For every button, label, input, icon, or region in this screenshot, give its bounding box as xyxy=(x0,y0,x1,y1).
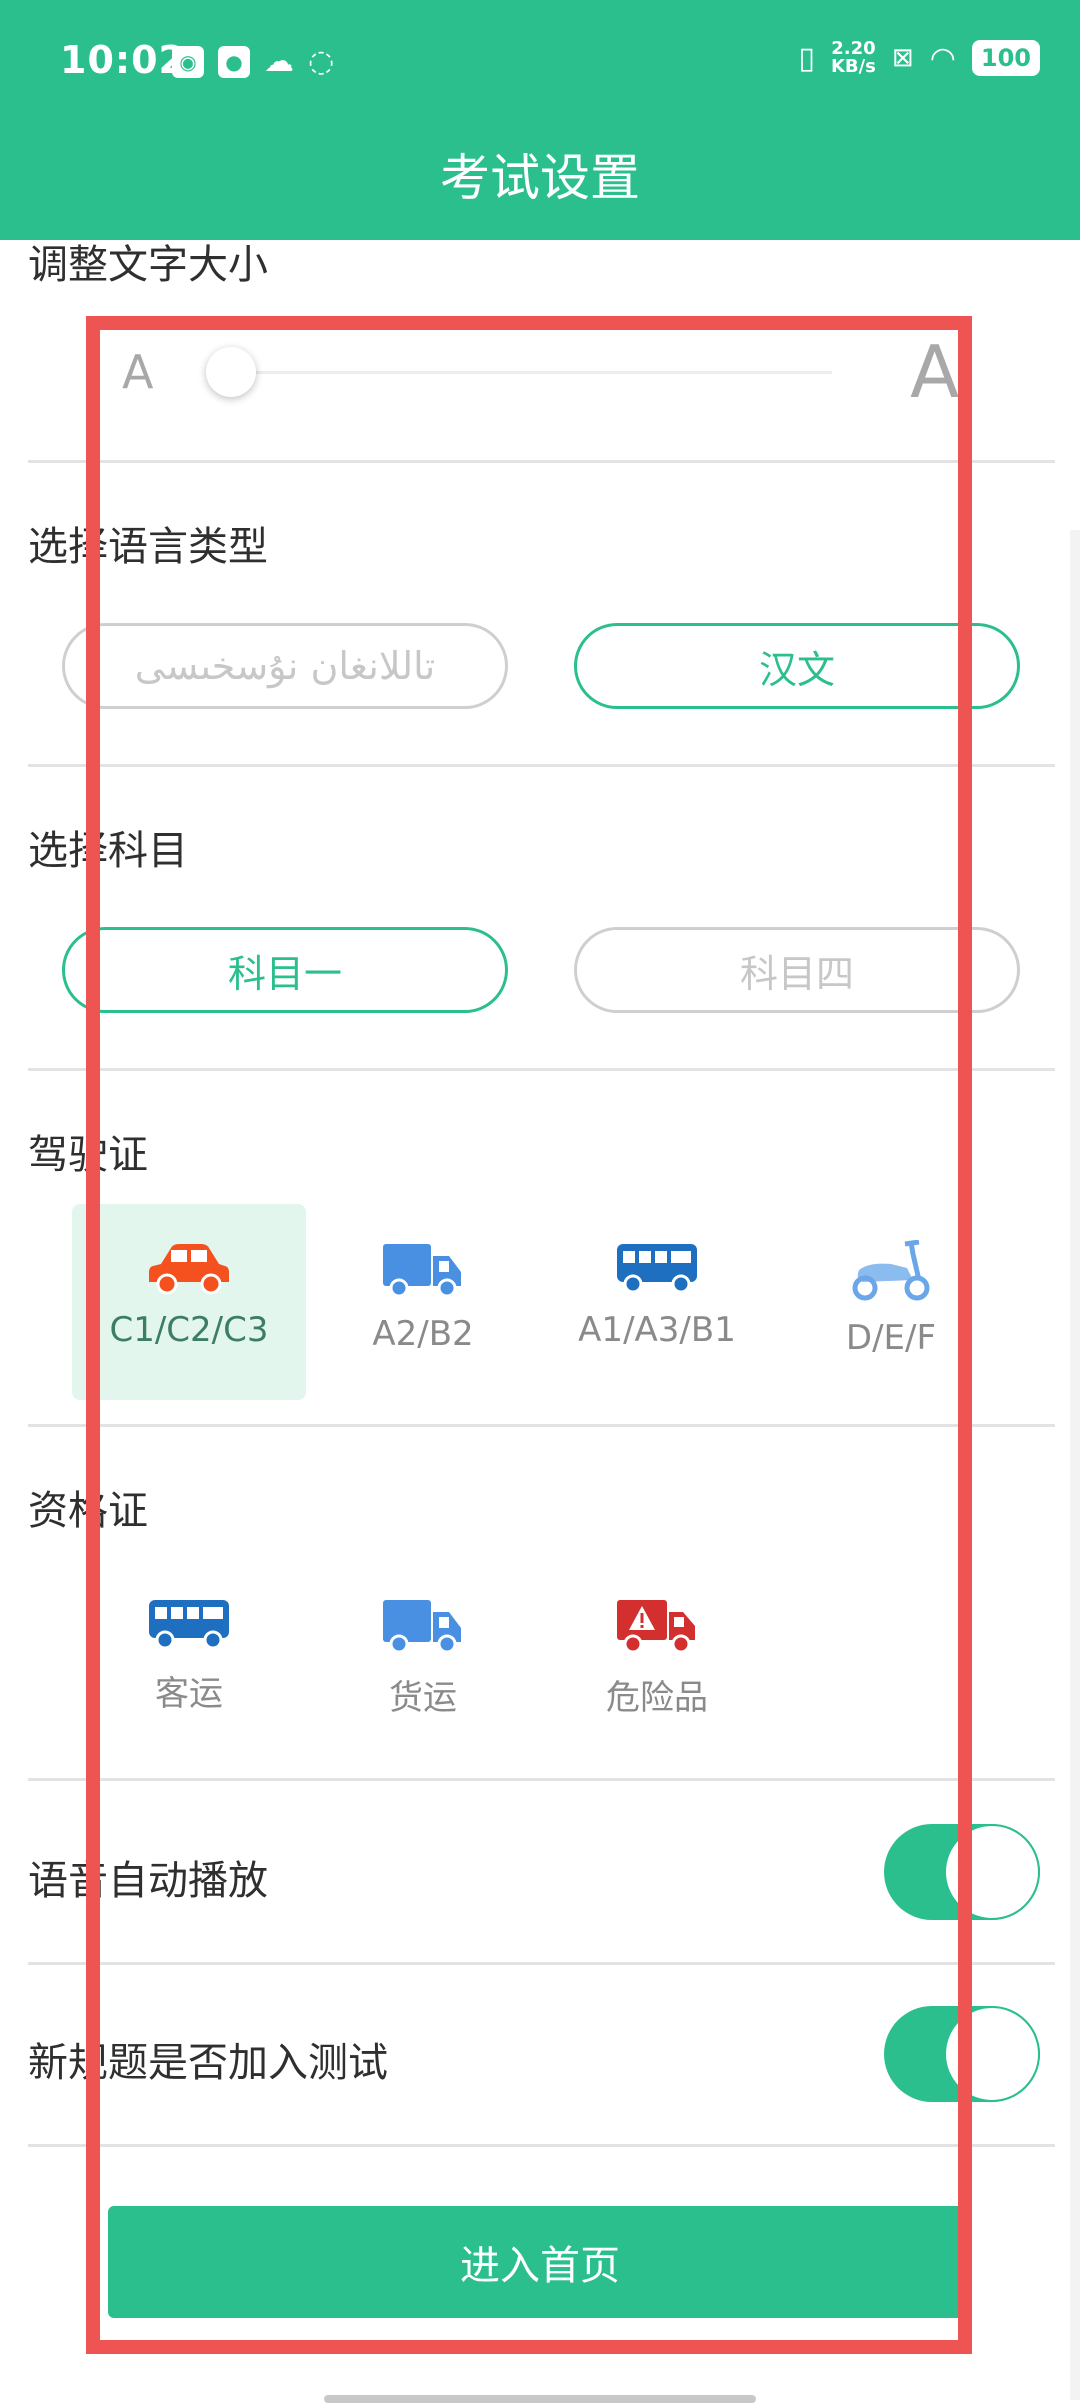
divider xyxy=(28,1962,1055,1965)
license-label: A1/A3/B1 xyxy=(578,1310,736,1350)
font-small-indicator: A xyxy=(122,345,154,399)
font-size-label: 调整文字大小 xyxy=(28,242,268,288)
license-option-a1a3b1[interactable]: A1/A3/B1 xyxy=(540,1204,774,1400)
driver-license-label: 驾驶证 xyxy=(28,1132,148,1178)
scrollbar[interactable] xyxy=(1070,530,1080,2400)
license-label: D/E/F xyxy=(845,1318,937,1358)
divider xyxy=(28,460,1055,463)
truck-icon xyxy=(383,1244,461,1298)
subject-option-1[interactable]: 科目一 xyxy=(62,927,508,1013)
qualification-label: 资格证 xyxy=(28,1488,148,1534)
autoplay-toggle[interactable] xyxy=(884,1824,1040,1920)
car-icon xyxy=(149,1244,229,1295)
header-bar: 10:02 ◉ ● ☁ ◌ ▯ 2.20 KB/s ⊠ ◠ 100 考试设置 xyxy=(0,0,1080,240)
app-notification-icon: ◉ xyxy=(172,45,204,78)
language-option-uyghur[interactable]: تاللانغان نۇسخىسى xyxy=(62,623,508,709)
status-system-icons: ▯ 2.20 KB/s ⊠ ◠ 100 xyxy=(798,40,1040,76)
network-speed: 2.20 KB/s xyxy=(830,38,876,77)
no-sim-icon: ⊠ xyxy=(891,43,914,73)
qualification-option-hazmat[interactable]: 危险品 xyxy=(540,1560,774,1756)
qualification-option-passenger[interactable]: 客运 xyxy=(72,1560,306,1756)
scooter-icon xyxy=(852,1240,930,1301)
license-label: A2/B2 xyxy=(372,1314,474,1354)
toggle-knob xyxy=(944,1824,1040,1920)
enter-homepage-button[interactable]: 进入首页 xyxy=(108,2206,972,2318)
message-app-icon: ● xyxy=(218,45,250,78)
toggle-knob xyxy=(944,2006,1040,2102)
new-rules-toggle[interactable] xyxy=(884,2006,1040,2102)
page-title: 考试设置 xyxy=(440,149,640,207)
leaf-app-icon: ◌ xyxy=(308,44,335,79)
language-option-chinese[interactable]: 汉文 xyxy=(574,623,1020,709)
home-indicator[interactable] xyxy=(324,2395,756,2403)
subject-option-4[interactable]: 科目四 xyxy=(574,927,1020,1013)
divider xyxy=(28,1068,1055,1071)
truck-icon xyxy=(383,1600,461,1654)
vibrate-icon: ▯ xyxy=(798,40,815,76)
divider xyxy=(28,764,1055,767)
qualification-label-text: 客运 xyxy=(155,1674,223,1714)
wechat-icon: ☁ xyxy=(264,44,294,79)
divider xyxy=(28,2144,1055,2147)
status-notification-icons: ◉ ● ☁ ◌ xyxy=(172,44,334,79)
autoplay-label: 语音自动播放 xyxy=(28,1858,268,1904)
wifi-icon: ◠ xyxy=(929,40,956,76)
qualification-option-freight[interactable]: 货运 xyxy=(306,1560,540,1756)
bus-icon xyxy=(617,1244,697,1294)
subject-label: 选择科目 xyxy=(28,828,188,874)
qualification-label-text: 危险品 xyxy=(606,1678,708,1718)
battery-indicator: 100 xyxy=(971,40,1040,76)
new-rules-label: 新规题是否加入测试 xyxy=(28,2040,388,2086)
font-size-slider-knob[interactable] xyxy=(206,347,256,397)
font-size-slider-track[interactable] xyxy=(232,371,832,374)
status-time: 10:02 xyxy=(60,38,186,82)
hazard-truck-icon xyxy=(617,1600,695,1654)
bus-icon xyxy=(149,1600,229,1650)
divider xyxy=(28,1424,1055,1427)
license-option-a2b2[interactable]: A2/B2 xyxy=(306,1204,540,1400)
license-option-c1c2c3[interactable]: C1/C2/C3 xyxy=(72,1204,306,1400)
qualification-label-text: 货运 xyxy=(389,1678,457,1718)
divider xyxy=(28,1778,1055,1781)
font-large-indicator: A xyxy=(910,330,960,414)
license-option-def[interactable]: D/E/F xyxy=(774,1204,1008,1400)
language-label: 选择语言类型 xyxy=(28,524,268,570)
license-label: C1/C2/C3 xyxy=(109,1310,269,1350)
